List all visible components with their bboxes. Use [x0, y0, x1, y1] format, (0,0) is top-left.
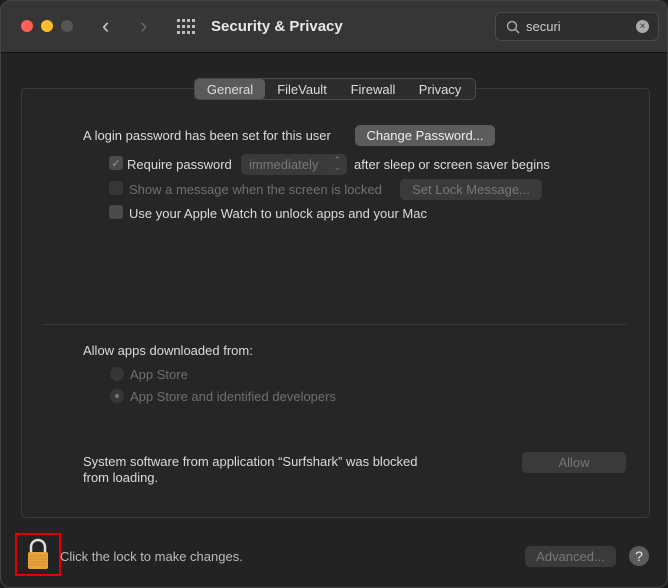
search-field[interactable]: securi × — [495, 12, 659, 41]
blocked-text-line1: System software from application “Surfsh… — [83, 454, 418, 469]
show-message-label: Show a message when the screen is locked — [129, 182, 382, 197]
search-input[interactable]: securi — [526, 19, 561, 34]
require-password-select[interactable]: immediately ⌃ ⌄ — [241, 154, 347, 175]
help-button[interactable]: ? — [629, 546, 649, 566]
minimize-button[interactable] — [41, 20, 53, 32]
tab-general[interactable]: General — [195, 79, 265, 99]
require-password-suffix: after sleep or screen saver begins — [354, 157, 550, 172]
radio-identified-developers-label: App Store and identified developers — [130, 389, 336, 404]
advanced-button[interactable]: Advanced... — [525, 546, 616, 567]
divider — [43, 324, 626, 325]
tab-filevault[interactable]: FileVault — [265, 79, 339, 99]
change-password-button[interactable]: Change Password... — [355, 125, 495, 146]
select-value: immediately — [249, 157, 319, 172]
stepper-icon: ⌃ ⌄ — [333, 155, 341, 172]
allow-button[interactable]: Allow — [522, 452, 626, 473]
zoom-button[interactable] — [61, 20, 73, 32]
window-title: Security & Privacy — [211, 18, 343, 35]
forward-icon[interactable]: › — [140, 13, 147, 39]
blocked-text-line2: from loading. — [83, 470, 159, 485]
back-icon[interactable]: ‹ — [102, 13, 109, 39]
tab-bar: General FileVault Firewall Privacy — [194, 78, 476, 100]
clear-search-icon[interactable]: × — [636, 20, 649, 33]
grid-icon[interactable] — [177, 19, 195, 35]
lock-icon[interactable] — [26, 538, 50, 570]
title-bar: ‹ › Security & Privacy securi × — [1, 1, 667, 53]
require-password-checkbox[interactable]: ✓ — [109, 156, 123, 170]
close-button[interactable] — [21, 20, 33, 32]
radio-identified-developers[interactable] — [110, 389, 124, 403]
radio-app-store-label: App Store — [130, 367, 188, 382]
require-password-label: Require password — [127, 157, 232, 172]
show-message-checkbox[interactable] — [109, 181, 123, 195]
search-icon — [506, 20, 520, 34]
apple-watch-label: Use your Apple Watch to unlock apps and … — [129, 206, 427, 221]
tab-firewall[interactable]: Firewall — [339, 79, 407, 99]
allow-apps-label: Allow apps downloaded from: — [83, 343, 253, 358]
radio-app-store[interactable] — [110, 367, 124, 381]
tab-privacy[interactable]: Privacy — [407, 79, 473, 99]
set-lock-message-button[interactable]: Set Lock Message... — [400, 179, 542, 200]
login-password-text: A login password has been set for this u… — [83, 128, 331, 143]
lock-text: Click the lock to make changes. — [60, 549, 243, 564]
security-privacy-window: ‹ › Security & Privacy securi × General … — [0, 0, 668, 588]
apple-watch-checkbox[interactable] — [109, 205, 123, 219]
